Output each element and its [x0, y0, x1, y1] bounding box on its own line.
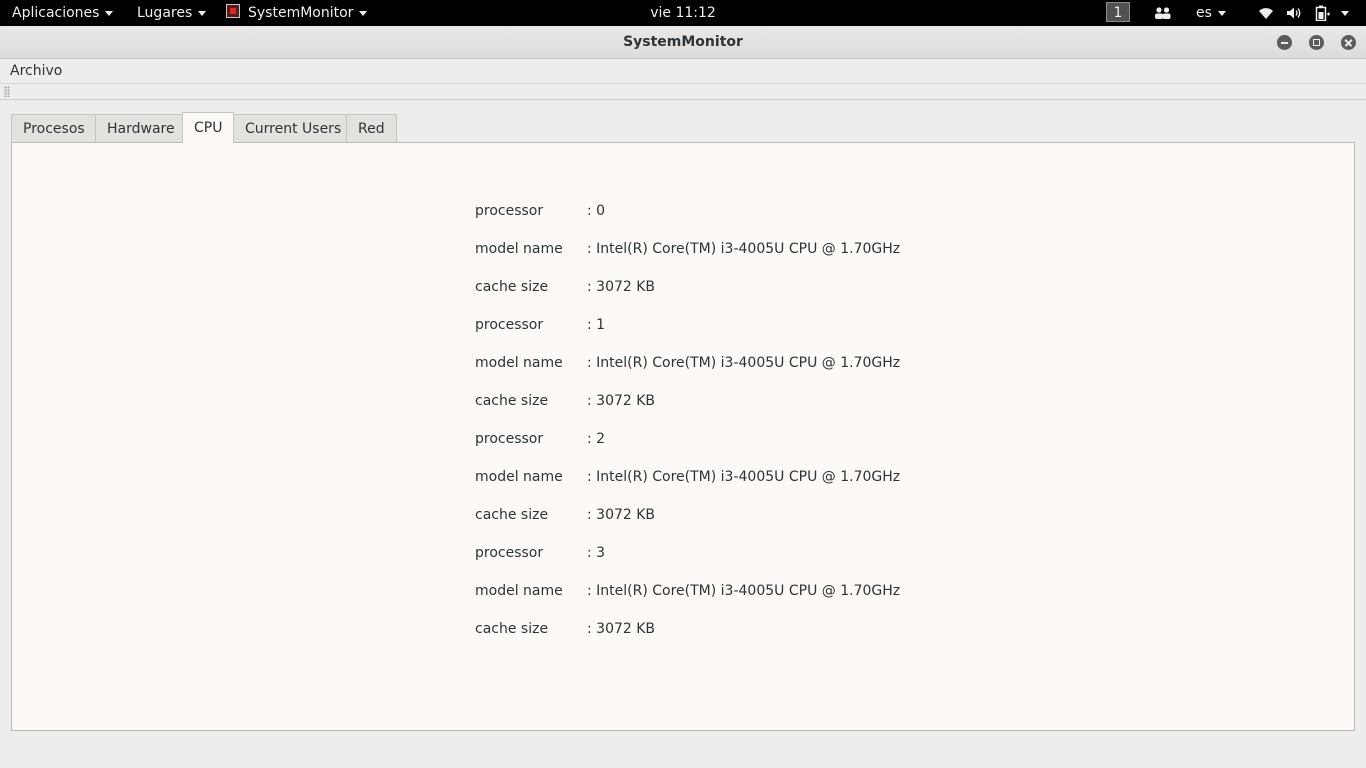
system-menu[interactable]: [1258, 0, 1350, 26]
app-menu[interactable]: SystemMonitor: [226, 0, 368, 26]
chevron-down-icon: [1217, 10, 1226, 16]
list-item: model name : Intel(R) Core(TM) i3-4005U C…: [475, 572, 975, 610]
info-key: processor: [475, 317, 544, 333]
info-value: : Intel(R) Core(TM) i3-4005U CPU @ 1.70G…: [587, 469, 901, 485]
info-key: model name: [475, 583, 563, 599]
info-key: model name: [475, 241, 563, 257]
toolbar: [0, 84, 1366, 100]
info-key: processor: [475, 431, 544, 447]
info-value: : Intel(R) Core(TM) i3-4005U CPU @ 1.70G…: [587, 241, 901, 257]
cpu-tab-panel: processor : 0 model name : Intel(R) Core(T…: [11, 142, 1355, 731]
list-item: cache size : 3072 KB: [475, 496, 975, 534]
workspace-number: 1: [1106, 2, 1130, 22]
list-item: model name : Intel(R) Core(TM) i3-4005U C…: [475, 458, 975, 496]
tab-hardware[interactable]: Hardware: [95, 114, 187, 143]
chevron-down-icon: [198, 10, 207, 16]
list-item: cache size : 3072 KB: [475, 382, 975, 420]
list-item: cache size : 3072 KB: [475, 268, 975, 306]
maximize-button[interactable]: [1309, 35, 1324, 50]
info-value: : 3072 KB: [587, 279, 656, 295]
info-value: : 0: [587, 203, 606, 219]
close-button[interactable]: [1341, 35, 1356, 50]
keyboard-layout-label: es: [1196, 5, 1212, 21]
applications-label: Aplicaciones: [12, 5, 100, 21]
gnome-top-bar: Aplicaciones Lugares SystemMonitor vie 1…: [0, 0, 1366, 26]
app-icon: [226, 4, 240, 18]
window-titlebar[interactable]: SystemMonitor: [0, 26, 1366, 59]
info-key: model name: [475, 469, 563, 485]
chevron-down-icon: [1341, 10, 1350, 16]
list-item: processor : 0: [475, 192, 975, 230]
info-key: cache size: [475, 621, 549, 637]
volume-icon: [1287, 7, 1301, 19]
info-key: processor: [475, 545, 544, 561]
workspace-indicator[interactable]: 1: [1106, 0, 1130, 26]
info-key: model name: [475, 355, 563, 371]
keyboard-layout-menu[interactable]: es: [1196, 0, 1226, 26]
places-menu[interactable]: Lugares: [137, 0, 207, 26]
info-key: cache size: [475, 507, 549, 523]
list-item: processor : 1: [475, 306, 975, 344]
list-item: cache size : 3072 KB: [475, 610, 975, 648]
wifi-icon: [1259, 8, 1273, 19]
menu-archivo[interactable]: Archivo: [10, 59, 62, 83]
info-value: : 3072 KB: [587, 393, 656, 409]
list-item: processor : 2: [475, 420, 975, 458]
info-value: : Intel(R) Core(TM) i3-4005U CPU @ 1.70G…: [587, 583, 901, 599]
menubar: Archivo: [0, 59, 1366, 84]
minimize-button[interactable]: [1277, 35, 1292, 50]
app-menu-label: SystemMonitor: [248, 5, 354, 21]
systemmonitor-window: SystemMonitor Archivo Procesos Hardware …: [0, 26, 1366, 768]
tab-procesos[interactable]: Procesos: [11, 114, 97, 143]
info-key: processor: [475, 203, 544, 219]
toolbar-grip-handle[interactable]: [4, 86, 10, 97]
info-key: cache size: [475, 393, 549, 409]
info-value: : 1: [587, 317, 606, 333]
info-value: : 3072 KB: [587, 621, 656, 637]
info-value: : 2: [587, 431, 606, 447]
list-item: processor : 3: [475, 534, 975, 572]
places-label: Lugares: [137, 5, 193, 21]
people-icon[interactable]: [1154, 0, 1172, 26]
chevron-down-icon: [105, 10, 114, 16]
list-item: model name : Intel(R) Core(TM) i3-4005U C…: [475, 344, 975, 382]
applications-menu[interactable]: Aplicaciones: [12, 0, 114, 26]
list-item: model name : Intel(R) Core(TM) i3-4005U C…: [475, 230, 975, 268]
cpu-info-list: processor : 0 model name : Intel(R) Core(T…: [475, 192, 975, 648]
window-title: SystemMonitor: [623, 34, 743, 50]
tab-current-users[interactable]: Current Users: [233, 114, 354, 143]
battery-icon: [1315, 5, 1330, 22]
chevron-down-icon: [359, 10, 368, 16]
info-value: : 3072 KB: [587, 507, 656, 523]
info-key: cache size: [475, 279, 549, 295]
info-value: : 3: [587, 545, 606, 561]
tab-red[interactable]: Red: [346, 114, 397, 143]
info-value: : Intel(R) Core(TM) i3-4005U CPU @ 1.70G…: [587, 355, 901, 371]
clock[interactable]: vie 11:12: [650, 5, 716, 21]
tab-cpu[interactable]: CPU: [182, 112, 235, 143]
